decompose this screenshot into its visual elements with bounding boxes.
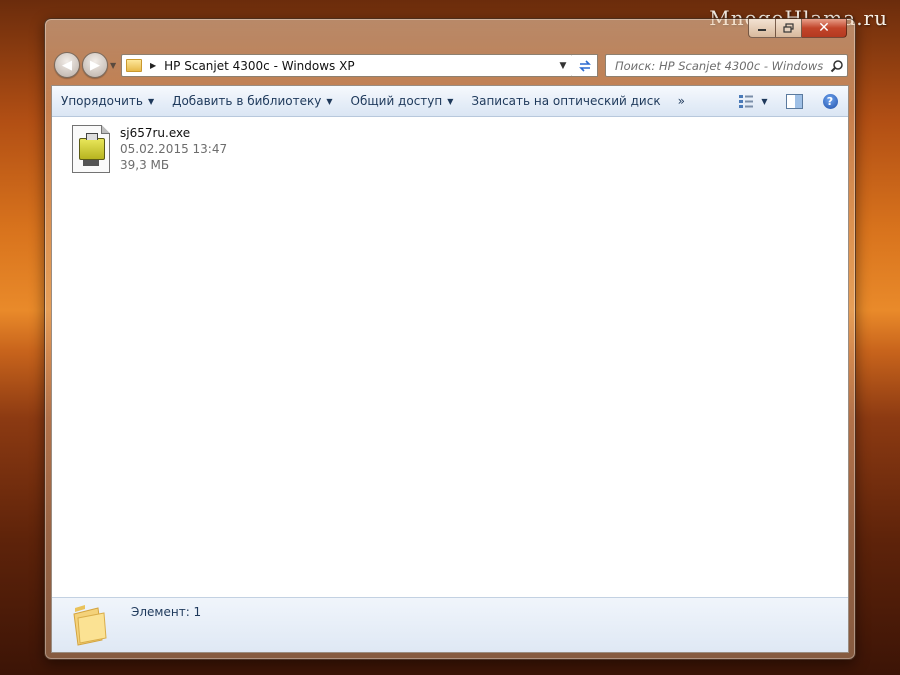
address-dropdown-button[interactable]: ▼ (554, 61, 572, 71)
burn-button[interactable]: Записать на оптический диск (462, 86, 669, 116)
recent-pages-button[interactable]: ▼ (110, 61, 116, 70)
navigation-bar: ◀ ▶ ▼ ▶ HP Scanjet 4300c - Windows XP ▼ (45, 51, 855, 81)
close-icon: ✕ (818, 20, 830, 36)
address-path[interactable]: HP Scanjet 4300c - Windows XP (164, 59, 354, 73)
search-box[interactable] (605, 54, 848, 77)
breadcrumb-arrow-icon[interactable]: ▶ (150, 61, 156, 70)
command-bar: Упорядочить ▼ Добавить в библиотеку ▼ Об… (52, 86, 848, 117)
help-button[interactable]: ? (812, 86, 848, 116)
view-options-icon (739, 95, 754, 108)
file-size: 39,3 МБ (120, 158, 170, 172)
item-count: Элемент: 1 (131, 605, 202, 619)
chevron-down-icon: ▼ (110, 61, 117, 70)
list-item[interactable]: sj657ru.exe 05.02.2015 13:47 39,3 МБ (72, 125, 227, 173)
chevron-down-icon: ▼ (559, 60, 567, 71)
refresh-icon (578, 59, 591, 72)
include-in-library-menu[interactable]: Добавить в библиотеку ▼ (163, 86, 341, 116)
client-area: Упорядочить ▼ Добавить в библиотеку ▼ Об… (51, 85, 849, 653)
toolbar-right: ▼ ? (730, 86, 848, 116)
details-pane: Элемент: 1 (52, 597, 848, 652)
arrow-right-icon: ▶ (90, 57, 100, 73)
chevron-down-icon: ▼ (447, 96, 454, 106)
organize-menu[interactable]: Упорядочить ▼ (52, 86, 163, 116)
search-icon[interactable] (827, 59, 847, 73)
more-commands-button[interactable]: » (670, 94, 693, 108)
restore-icon (783, 23, 794, 33)
share-with-label: Общий доступ (350, 94, 443, 108)
chevron-down-icon: ▼ (147, 96, 155, 106)
refresh-button[interactable] (572, 54, 598, 77)
setup-exe-icon (72, 125, 110, 173)
back-button[interactable]: ◀ (54, 52, 80, 78)
share-with-menu[interactable]: Общий доступ ▼ (342, 86, 463, 116)
preview-pane-icon (785, 93, 803, 109)
folder-icon (72, 604, 108, 649)
burn-label: Записать на оптический диск (471, 94, 661, 108)
chevron-down-icon: ▼ (326, 96, 333, 106)
minimize-button[interactable] (748, 19, 776, 38)
include-in-library-label: Добавить в библиотеку (172, 94, 322, 108)
arrow-left-icon: ◀ (62, 57, 72, 73)
file-date: 05.02.2015 13:47 (120, 142, 228, 156)
chevron-down-icon: ▼ (761, 96, 768, 106)
organize-label: Упорядочить (61, 94, 143, 108)
file-name: sj657ru.exe (120, 126, 191, 140)
help-icon: ? (822, 93, 838, 109)
file-list[interactable]: sj657ru.exe 05.02.2015 13:47 39,3 МБ (52, 117, 848, 597)
search-input[interactable] (613, 57, 827, 74)
address-bar[interactable]: ▶ HP Scanjet 4300c - Windows XP ▼ (121, 54, 573, 77)
caption-buttons: ✕ (748, 19, 847, 38)
forward-button[interactable]: ▶ (82, 52, 108, 78)
change-view-button[interactable]: ▼ (730, 86, 776, 116)
folder-icon (126, 59, 142, 72)
minimize-icon (758, 29, 766, 31)
maximize-button[interactable] (776, 19, 802, 38)
explorer-window: ✕ ◀ ▶ ▼ ▶ HP Scanjet 4300c - Windows XP … (44, 18, 856, 660)
close-button[interactable]: ✕ (802, 19, 847, 38)
preview-pane-button[interactable] (776, 86, 812, 116)
file-details: sj657ru.exe 05.02.2015 13:47 39,3 МБ (120, 125, 227, 173)
